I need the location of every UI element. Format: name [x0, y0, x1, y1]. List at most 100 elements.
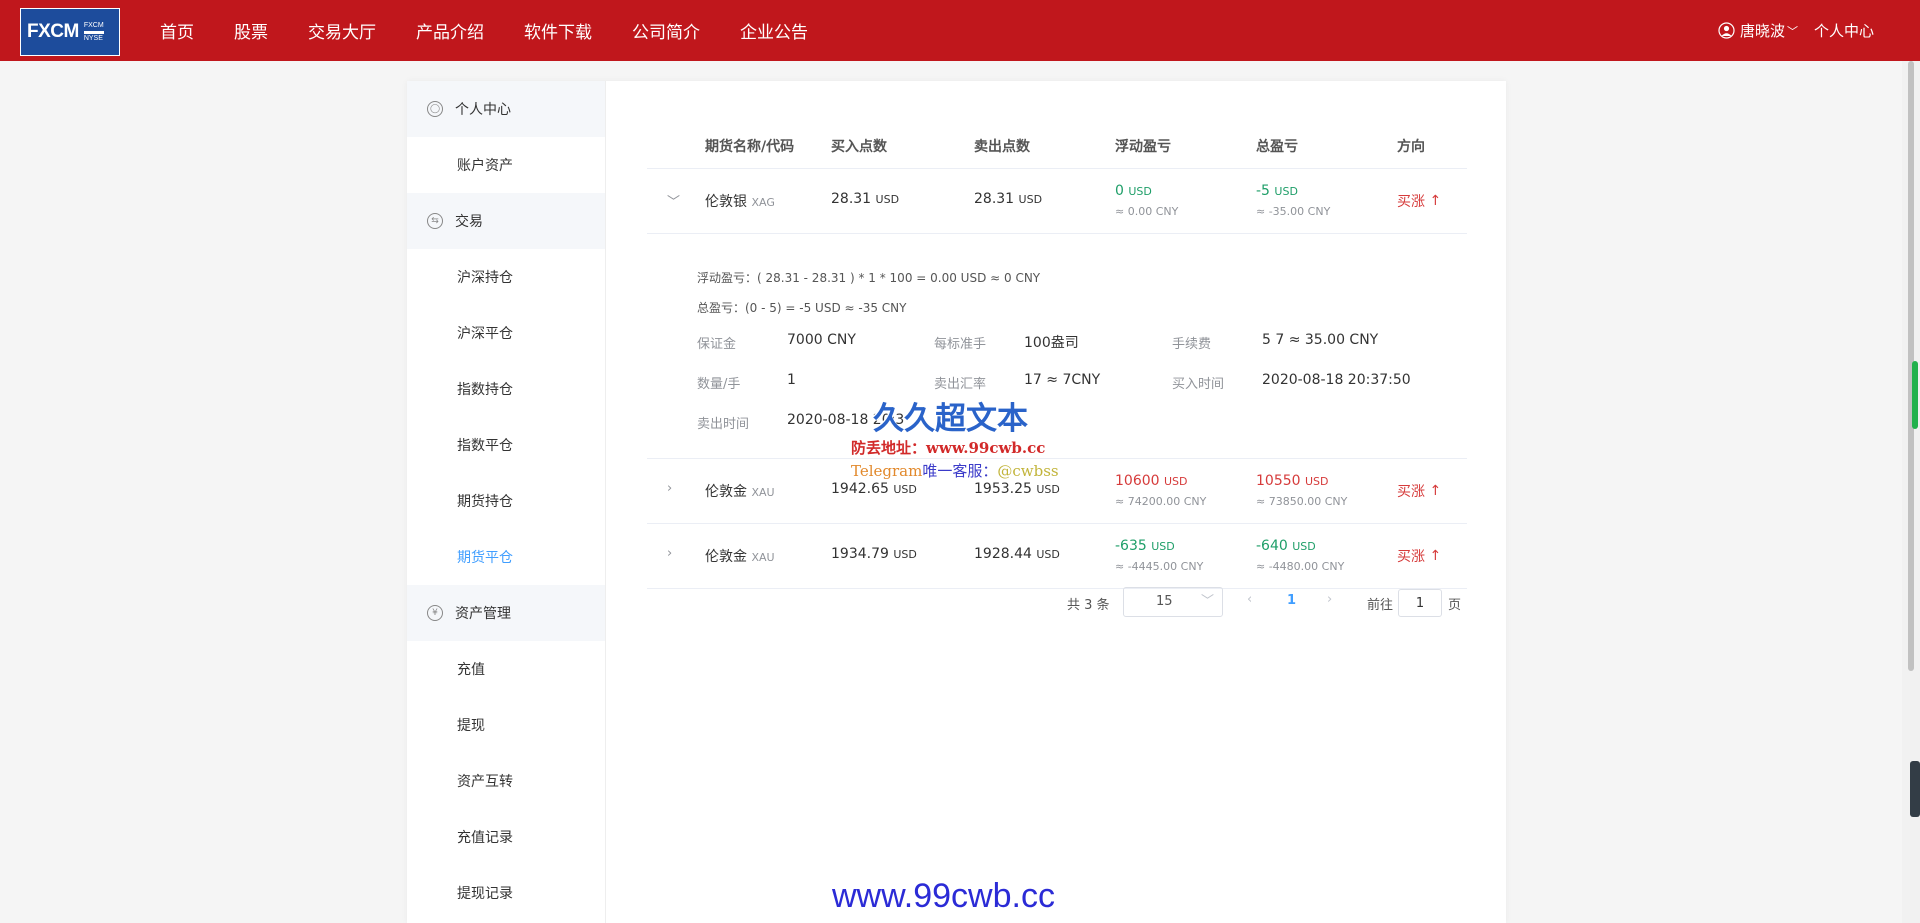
table-header: 期货名称/代码 买入点数 卖出点数 浮动盈亏 总盈亏 方向: [647, 119, 1467, 169]
fee-label: 手续费: [1172, 337, 1212, 352]
chevron-down-icon[interactable]: ﹀: [667, 191, 680, 210]
row-total-pl: -640 USD: [1256, 538, 1316, 554]
row-sell: 1928.44 USD: [974, 546, 1060, 562]
user-center-link[interactable]: 个人中心: [1814, 20, 1874, 41]
page-size-value: 15: [1156, 594, 1173, 609]
sidebar-item-withdraw-records[interactable]: 提现记录: [407, 865, 605, 921]
sidebar-item-account-assets[interactable]: 账户资产: [407, 137, 605, 193]
row-total-pl: -5 USD: [1256, 183, 1298, 199]
row-float-pl: 0 USD: [1115, 183, 1152, 199]
sidebar-group-assets[interactable]: ¥ 资产管理: [407, 585, 605, 641]
buy-time-label: 买入时间: [1172, 377, 1225, 392]
row-name: 伦敦金 XAU: [705, 484, 775, 500]
main-nav: 首页 股票 交易大厅 产品介绍 软件下载 公司简介 企业公告: [160, 0, 848, 61]
table-row[interactable]: ﹀ 伦敦银 XAG 28.31 USD 28.31 USD 0 USD ≈ 0.…: [647, 169, 1467, 234]
arrow-up-icon: ↑: [1429, 483, 1442, 499]
row-direction: 买涨 ↑: [1397, 483, 1442, 500]
nav-company[interactable]: 公司简介: [632, 18, 700, 43]
row-name: 伦敦银 XAG: [705, 194, 775, 210]
top-header: FXCM FXCM NYSE 首页 股票 交易大厅 产品介绍 软件下载 公司简介…: [0, 0, 1920, 61]
row-float-pl-cny: ≈ -4445.00 CNY: [1115, 560, 1204, 573]
side-widget-dark[interactable]: [1910, 761, 1920, 817]
goto-label: 前往: [1367, 598, 1394, 613]
sidebar-group-label: 个人中心: [455, 102, 511, 118]
page-scrollbar[interactable]: [1902, 61, 1920, 923]
sidebar-item-sh-sz-positions[interactable]: 沪深持仓: [407, 249, 605, 305]
nav-announcements[interactable]: 企业公告: [740, 18, 808, 43]
row-sell: 1953.25 USD: [974, 481, 1060, 497]
next-page-button[interactable]: ›: [1327, 592, 1332, 607]
watermark-footer-url: www.99cwb.cc: [832, 877, 1055, 915]
row-float-pl: 10600 USD: [1115, 473, 1188, 489]
sidebar-group-label: 资产管理: [455, 606, 511, 622]
table-row[interactable]: › 伦敦金 XAU 1934.79 USD 1928.44 USD -635 U…: [647, 524, 1467, 589]
margin-label: 保证金: [697, 337, 737, 352]
col-float-pl: 浮动盈亏: [1115, 139, 1171, 155]
qty-label: 数量/手: [697, 377, 741, 392]
page-suffix: 页: [1448, 598, 1462, 613]
sidebar-group-personal[interactable]: ◯ 个人中心: [407, 81, 605, 137]
goto-page-input[interactable]: [1398, 589, 1442, 617]
col-direction: 方向: [1397, 139, 1425, 155]
fxcm-logo[interactable]: FXCM FXCM NYSE: [20, 8, 120, 56]
chevron-down-icon: ﹀: [1786, 24, 1798, 38]
row-details: 浮动盈亏：( 28.31 - 28.31 ) * 1 * 100 = 0.00 …: [647, 253, 1467, 459]
row-sell: 28.31 USD: [974, 191, 1043, 207]
user-name: 唐晓波: [1739, 22, 1785, 40]
sell-rate-value: 17 ≈ 7CNY: [1024, 372, 1101, 388]
row-direction: 买涨 ↑: [1397, 548, 1442, 565]
nav-stocks[interactable]: 股票: [234, 18, 268, 43]
sidebar-item-deposit-records[interactable]: 充值记录: [407, 809, 605, 865]
arrow-up-icon: ↑: [1429, 193, 1442, 209]
logo-sub: FXCM NYSE: [83, 21, 104, 42]
row-direction: 买涨 ↑: [1397, 193, 1442, 210]
sell-rate-label: 卖出汇率: [934, 377, 987, 392]
nav-trading-hall[interactable]: 交易大厅: [308, 18, 376, 43]
main-panel: ◯ 个人中心 账户资产 ⇆ 交易 沪深持仓 沪深平仓 指数持仓 指数平仓 期货持…: [407, 81, 1506, 923]
watermark-telegram: Telegram唯一客服：@cwbss: [851, 462, 1059, 480]
chevron-right-icon[interactable]: ›: [667, 546, 672, 561]
pagination-total: 共 3 条: [1067, 598, 1110, 613]
nav-download[interactable]: 软件下载: [524, 18, 592, 43]
float-pl-formula: 浮动盈亏：( 28.31 - 28.31 ) * 1 * 100 = 0.00 …: [697, 271, 1041, 285]
arrow-up-icon: ↑: [1429, 548, 1442, 564]
row-total-pl-cny: ≈ -4480.00 CNY: [1256, 560, 1345, 573]
user-icon: [1718, 22, 1735, 39]
chevron-right-icon[interactable]: ›: [667, 481, 672, 496]
row-float-pl: -635 USD: [1115, 538, 1175, 554]
exchange-icon: ⇆: [427, 213, 443, 229]
sidebar-item-deposit[interactable]: 充值: [407, 641, 605, 697]
row-total-pl: 10550 USD: [1256, 473, 1329, 489]
watermark-title: 久久超文本: [873, 401, 1028, 437]
sidebar-item-index-closed[interactable]: 指数平仓: [407, 417, 605, 473]
watermark-url: 防丢地址：www.99cwb.cc: [851, 439, 1046, 457]
prev-page-button[interactable]: ‹: [1247, 592, 1252, 607]
sidebar-group-trade[interactable]: ⇆ 交易: [407, 193, 605, 249]
sell-time-label: 卖出时间: [697, 417, 750, 432]
side-widget-green[interactable]: [1912, 361, 1918, 429]
page-size-select[interactable]: 15 ﹀: [1123, 587, 1223, 617]
yen-icon: ¥: [427, 605, 443, 621]
current-page[interactable]: 1: [1287, 593, 1296, 608]
fee-value: 5 7 ≈ 35.00 CNY: [1262, 332, 1379, 348]
nav-products[interactable]: 产品介绍: [416, 18, 484, 43]
row-buy: 28.31 USD: [831, 191, 900, 207]
col-name: 期货名称/代码: [705, 139, 795, 155]
sidebar-item-futures-closed[interactable]: 期货平仓: [407, 529, 605, 585]
sidebar-item-futures-positions[interactable]: 期货持仓: [407, 473, 605, 529]
user-dropdown[interactable]: 唐晓波 ﹀: [1718, 20, 1798, 41]
row-buy: 1934.79 USD: [831, 546, 917, 562]
sidebar-item-sh-sz-closed[interactable]: 沪深平仓: [407, 305, 605, 361]
row-float-pl-cny: ≈ 0.00 CNY: [1115, 205, 1179, 218]
pagination: 共 3 条 15 ﹀ ‹ 1 › 前往 页: [647, 587, 1467, 619]
sidebar-item-transfer[interactable]: 资产互转: [407, 753, 605, 809]
sidebar-group-label: 交易: [455, 214, 483, 230]
row-total-pl-cny: ≈ -35.00 CNY: [1256, 205, 1331, 218]
row-buy: 1942.65 USD: [831, 481, 917, 497]
sidebar-item-withdraw[interactable]: 提现: [407, 697, 605, 753]
std-lot-label: 每标准手: [934, 337, 987, 352]
nav-home[interactable]: 首页: [160, 18, 194, 43]
sidebar-item-index-positions[interactable]: 指数持仓: [407, 361, 605, 417]
logo-text: FXCM: [27, 21, 79, 42]
col-sell: 卖出点数: [974, 139, 1030, 155]
